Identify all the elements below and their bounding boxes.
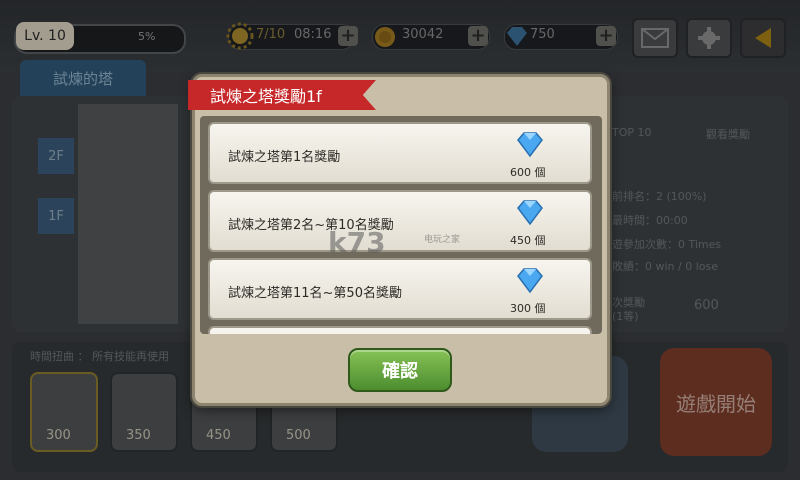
reward-label: 試煉之塔第1名獎勵: [228, 150, 341, 165]
watermark-logo: k73 电玩之家: [328, 226, 508, 262]
reward-amount: 600 個: [510, 166, 546, 179]
dialog-title: 試煉之塔獎勵1f: [188, 80, 376, 110]
reward-list[interactable]: 試煉之塔第1名獎勵 600 個 試煉之塔第2名~第10名獎勵 450 個 試煉之…: [200, 116, 602, 334]
gem-icon: [517, 200, 543, 226]
reward-label: 試煉之塔第11名~第50名獎勵: [228, 286, 402, 301]
confirm-button[interactable]: 確認: [348, 348, 452, 392]
reward-amount: 300 個: [510, 302, 546, 315]
reward-row: 試煉之塔第11名~第50名獎勵 300 個: [208, 258, 592, 320]
watermark-main: k73: [328, 226, 386, 259]
gem-icon: [517, 268, 543, 294]
watermark-sub: 电玩之家: [424, 235, 461, 245]
reward-row: 試煉之塔第1名獎勵 600 個: [208, 122, 592, 184]
gem-icon: [517, 132, 543, 158]
reward-row-partial: [208, 326, 592, 334]
reward-amount: 450 個: [510, 234, 546, 247]
